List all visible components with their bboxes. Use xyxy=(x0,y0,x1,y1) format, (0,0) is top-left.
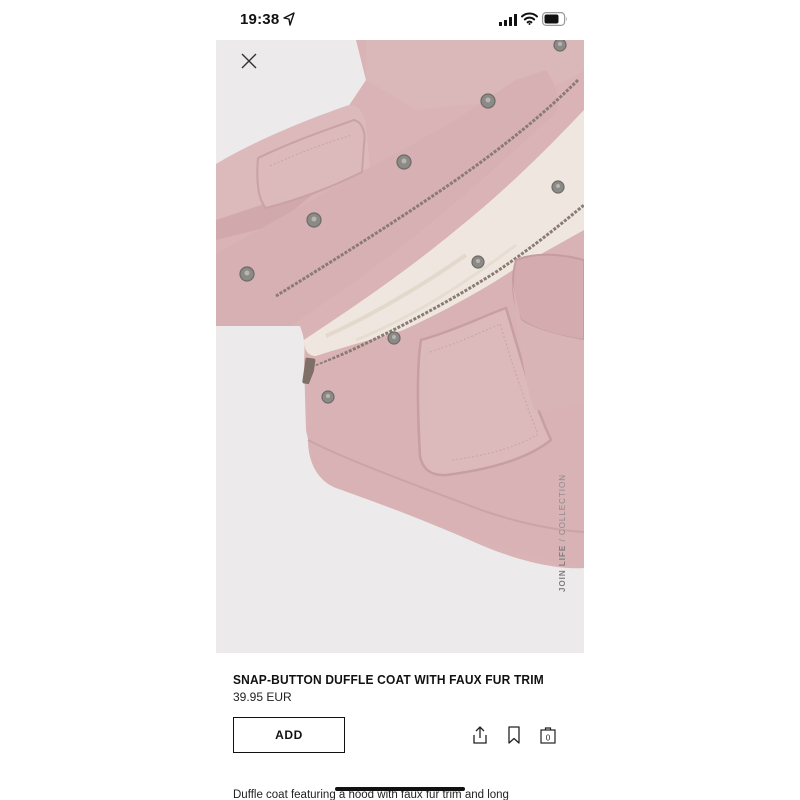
battery-icon xyxy=(542,12,568,27)
collection-label-rest: / COLLECTION xyxy=(558,473,567,545)
basket-icon[interactable]: 0 xyxy=(538,725,558,745)
share-icon[interactable] xyxy=(470,725,490,745)
product-title: SNAP-BUTTON DUFFLE COAT WITH FAUX FUR TR… xyxy=(233,672,544,687)
app-screen: 19:38 JOIN LIFE / COLLECTION SNAP-BUTTON… xyxy=(216,0,584,800)
collection-label-bold: JOIN LIFE xyxy=(558,544,567,592)
collection-label: JOIN LIFE / COLLECTION xyxy=(558,474,567,592)
location-arrow-icon xyxy=(283,12,295,26)
basket-count: 0 xyxy=(546,734,551,743)
product-price: 39.95 EUR xyxy=(233,690,292,704)
status-time: 19:38 xyxy=(240,11,280,28)
add-to-basket-button[interactable]: ADD xyxy=(233,717,345,753)
close-icon[interactable] xyxy=(238,50,260,72)
product-image[interactable]: JOIN LIFE / COLLECTION xyxy=(216,40,584,653)
bookmark-icon[interactable] xyxy=(504,725,524,745)
status-bar: 19:38 xyxy=(216,0,584,40)
coat-illustration xyxy=(216,40,584,569)
wifi-icon xyxy=(521,12,538,25)
home-indicator[interactable] xyxy=(335,787,465,791)
signal-bars-icon xyxy=(499,13,517,26)
